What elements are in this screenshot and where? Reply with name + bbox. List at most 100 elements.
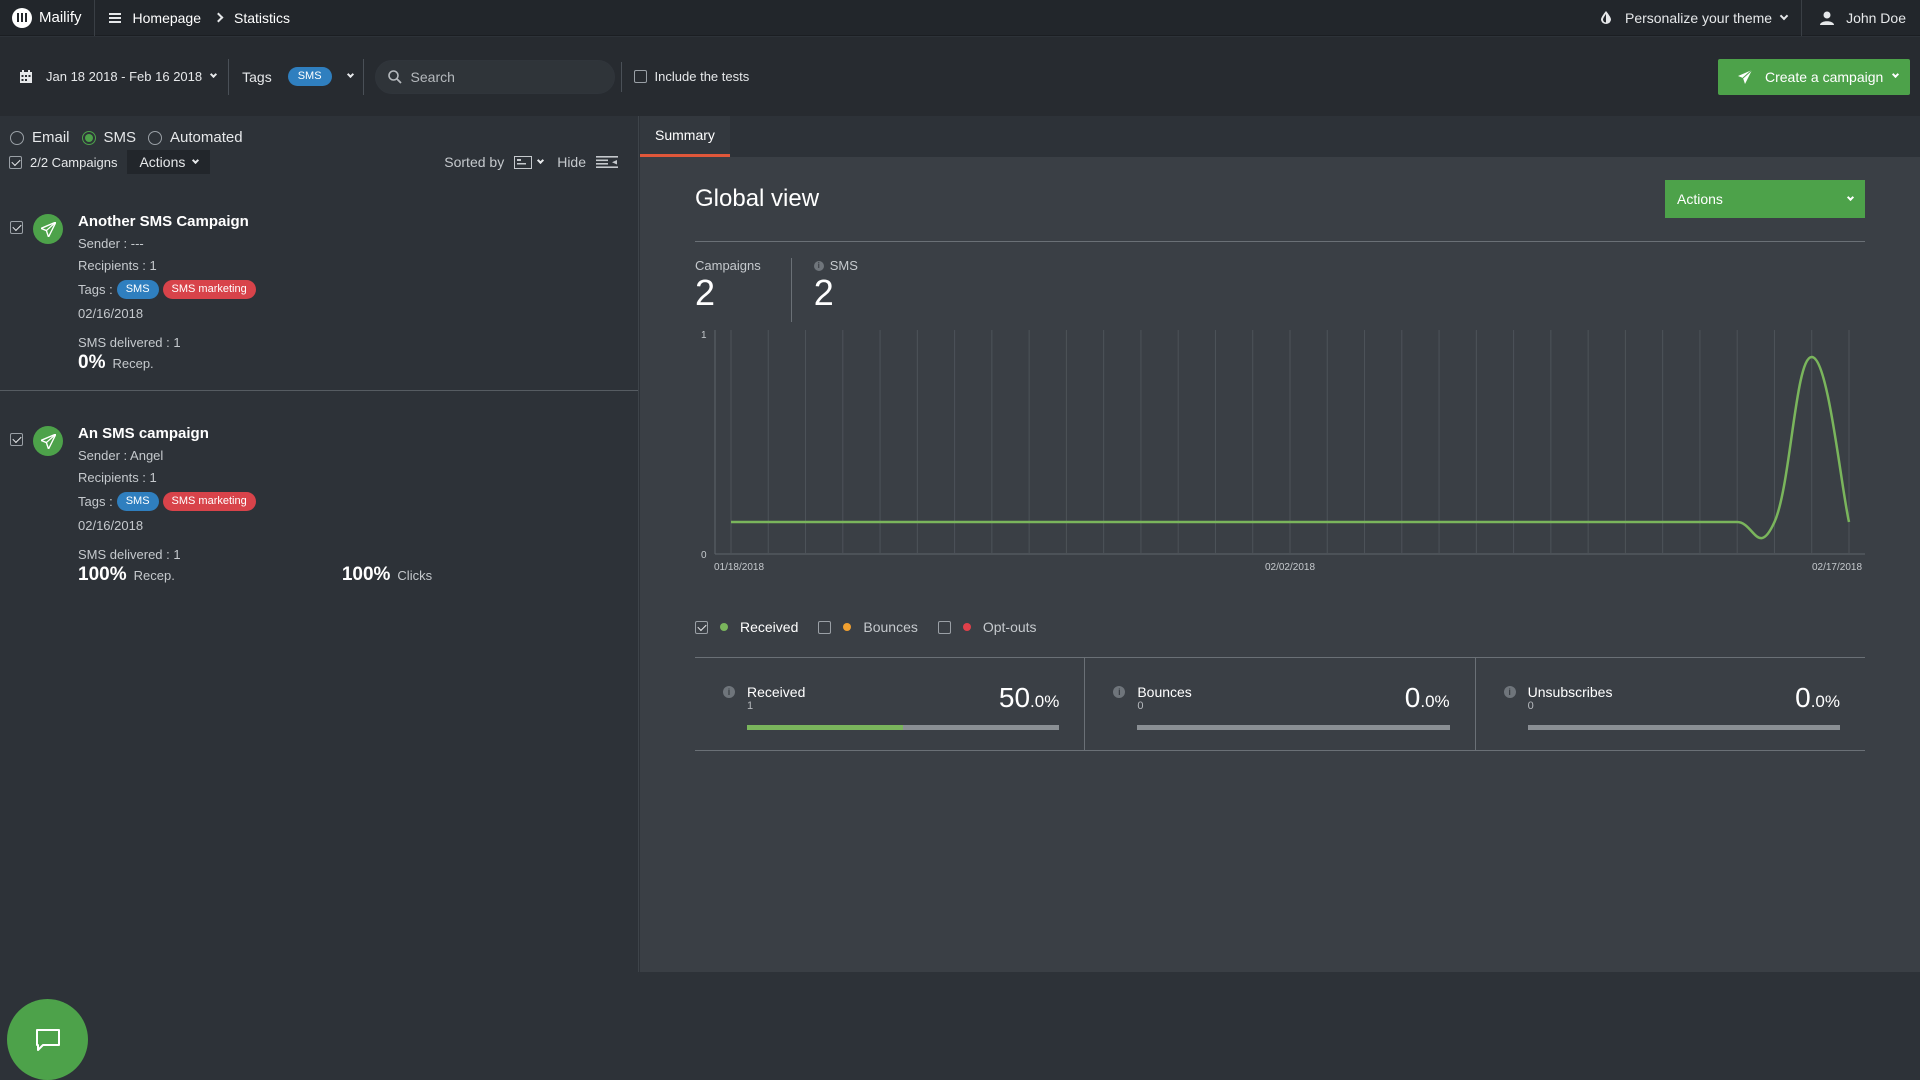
kpi-sms-label: SMS [829, 258, 858, 273]
campaign-title[interactable]: An SMS campaign [78, 425, 638, 442]
date-range-picker[interactable]: Jan 18 2018 - Feb 16 2018 [0, 58, 230, 95]
metric-count: 0 [1527, 700, 1534, 712]
brand[interactable]: Mailify [0, 0, 95, 36]
campaign-checkbox[interactable] [10, 221, 23, 234]
legend-bounces-checkbox[interactable] [818, 620, 832, 634]
user-name: John Doe [1846, 9, 1906, 26]
progress-fill [747, 725, 904, 730]
legend-bounces[interactable]: Bounces [818, 619, 918, 635]
chevron-down-icon [537, 156, 545, 164]
tab-summary[interactable]: Summary [640, 116, 730, 157]
campaign-sender: Sender : --- [78, 236, 144, 251]
menu-icon[interactable] [108, 12, 121, 23]
legend-opt-outs[interactable]: Opt-outs [937, 619, 1037, 635]
campaign-item[interactable]: Another SMS Campaign Sender : --- Recipi… [0, 175, 638, 391]
info-icon[interactable]: i [723, 686, 735, 698]
metric-percent: 0.0% [1795, 682, 1840, 713]
theme-label: Personalize your theme [1624, 9, 1773, 26]
radio-sms-dot[interactable] [81, 130, 96, 145]
legend-opt-outs-label: Opt-outs [982, 619, 1037, 635]
legend-opt-outs-dot [962, 623, 971, 631]
search-input[interactable] [410, 68, 601, 85]
breadcrumb-homepage[interactable]: Homepage [133, 10, 202, 26]
include-tests-checkbox[interactable] [633, 70, 647, 83]
chevron-right-icon [213, 12, 224, 23]
campaign-title[interactable]: Another SMS Campaign [78, 213, 638, 230]
send-plane-icon [1738, 69, 1752, 84]
kpi-sms-value: 2 [813, 272, 834, 313]
tags-filter[interactable]: Tags SMS [229, 58, 364, 95]
radio-automated[interactable]: Automated [148, 129, 243, 146]
info-icon[interactable]: i [1503, 686, 1516, 698]
info-icon[interactable]: i [1113, 686, 1126, 698]
metric-bounces: i Bounces 0 0.0% [1084, 658, 1474, 750]
chevron-down-icon[interactable] [1892, 70, 1900, 79]
metrics-row: i Received 1 50.0% i Bounces 0 0.0% i Un… [695, 657, 1865, 751]
chevron-down-icon [346, 70, 354, 79]
filter-bar: Jan 18 2018 - Feb 16 2018 Tags SMS Inclu… [0, 37, 1920, 116]
campaign-delivered: SMS delivered : 1 [78, 335, 181, 350]
create-campaign-button[interactable]: Create a campaign [1718, 58, 1910, 95]
tag-chip-sms[interactable]: SMS [287, 67, 332, 86]
search-box[interactable] [374, 59, 615, 94]
legend-opt-outs-checkbox[interactable] [937, 620, 951, 634]
sort-control[interactable]: Sorted by [444, 154, 557, 170]
top-bar: Mailify Homepage Statistics Personalize … [0, 0, 1920, 36]
campaign-item[interactable]: An SMS campaign Sender : Angel Recipient… [0, 391, 638, 619]
campaign-stats: 0% Recep. [78, 352, 638, 374]
list-actions-dropdown[interactable]: Actions [127, 150, 211, 174]
chat-button[interactable] [7, 999, 88, 1080]
y-tick-label: 0 [701, 550, 707, 561]
send-plane-icon [40, 433, 56, 449]
clicks-rate: 100% [341, 564, 391, 585]
radio-email-dot[interactable] [10, 130, 24, 145]
list-actions-label: Actions [139, 154, 186, 170]
actions-dropdown[interactable]: Actions [1665, 180, 1865, 218]
chevron-down-icon [192, 156, 200, 164]
hide-panel-button[interactable]: Hide [557, 154, 618, 170]
tag-chip: SMS [116, 280, 159, 299]
reception-rate: 0% [78, 352, 106, 373]
campaign-recipients: Recipients : 1 [78, 470, 157, 485]
tag-chip: SMS marketing [162, 280, 256, 299]
legend-received-checkbox[interactable] [695, 620, 708, 634]
clicks-label: Clicks [397, 568, 433, 583]
reception-label: Recep. [133, 568, 175, 583]
tags-label: Tags [242, 68, 272, 85]
radio-automated-dot[interactable] [148, 130, 163, 145]
list-toolbar: 2/2 Campaigns Actions Sorted by Hide [0, 149, 638, 175]
mailify-logo-icon [12, 7, 32, 28]
select-all-checkbox[interactable] [9, 155, 22, 169]
campaign-tags-label: Tags : [78, 282, 113, 297]
radio-email[interactable]: Email [10, 129, 70, 146]
sms-campaign-icon [33, 426, 63, 456]
campaign-date: 02/16/2018 [78, 306, 144, 321]
user-menu-button[interactable]: John Doe [1802, 0, 1920, 36]
breadcrumb-statistics: Statistics [234, 9, 291, 26]
received-chart: 1 0 01/18/2018 02/02/2018 02/17/2018 [695, 322, 1865, 604]
campaign-checkbox[interactable] [10, 433, 23, 446]
campaign-sender: Sender : Angel [78, 448, 164, 463]
kpi-campaigns-value: 2 [695, 272, 716, 313]
x-tick-label: 01/18/2018 [714, 562, 764, 573]
kpi-campaigns: Campaigns 2 [695, 258, 791, 322]
chevron-down-icon [1779, 11, 1789, 20]
include-tests-toggle[interactable]: Include the tests [620, 61, 749, 92]
actions-label: Actions [1677, 191, 1723, 207]
metric-name: Bounces [1137, 684, 1192, 700]
progress-bar [747, 725, 1060, 730]
tab-bar: Summary [640, 116, 1920, 157]
campaign-date: 02/16/2018 [78, 518, 144, 533]
personalize-theme-button[interactable]: Personalize your theme [1587, 0, 1803, 36]
radio-sms[interactable]: SMS [81, 129, 136, 146]
progress-bar [1137, 725, 1450, 730]
theme-drop-icon [1600, 11, 1611, 24]
chart-svg: 1 0 01/18/2018 02/02/2018 02/17/2018 [701, 330, 1865, 573]
info-icon[interactable]: i [813, 260, 824, 271]
legend-bounces-dot [843, 623, 852, 631]
legend-received[interactable]: Received [695, 619, 798, 635]
metric-count: 0 [1137, 700, 1144, 712]
calendar-icon [20, 70, 32, 83]
hide-label: Hide [557, 154, 586, 170]
x-tick-label: 02/17/2018 [1812, 562, 1862, 573]
